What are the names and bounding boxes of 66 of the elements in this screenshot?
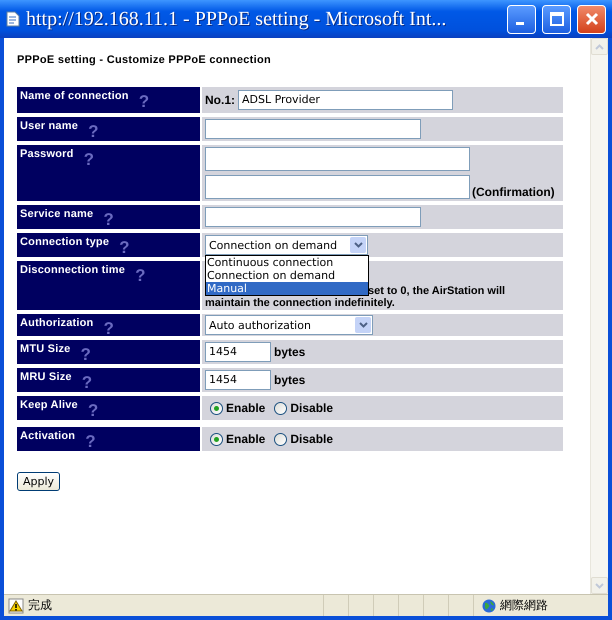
- number-field[interactable]: 1454: [205, 342, 271, 362]
- text-field[interactable]: [205, 119, 421, 139]
- dropdown[interactable]: Auto authorization: [205, 315, 373, 335]
- radio-label: Disable: [290, 401, 334, 415]
- dropdown-option[interactable]: Connection on demand: [206, 269, 368, 282]
- password-field[interactable]: [205, 147, 470, 171]
- field-label: Password: [20, 148, 74, 160]
- minimize-icon: [516, 22, 524, 25]
- help-icon[interactable]: ?: [80, 346, 91, 363]
- maximize-icon: [548, 11, 564, 27]
- radio-label: Disable: [290, 432, 334, 446]
- chevron-up-icon: [595, 44, 604, 50]
- radio-button[interactable]: [274, 402, 288, 414]
- help-icon[interactable]: ?: [138, 93, 150, 110]
- apply-button[interactable]: Apply: [17, 472, 60, 491]
- help-icon[interactable]: ?: [85, 433, 96, 450]
- field-label: MRU Size: [20, 371, 72, 383]
- description-text: set to 0, the AirStation will: [368, 285, 506, 297]
- page-icon: [6, 11, 20, 27]
- unit-label: bytes: [274, 345, 306, 359]
- field-label: Service name: [20, 208, 94, 220]
- dropdown[interactable]: Connection on demand: [205, 235, 368, 255]
- globe-icon: [482, 598, 496, 612]
- field-label: Activation: [20, 430, 76, 442]
- radio-button[interactable]: [210, 432, 223, 446]
- chevron-down-icon: [358, 322, 368, 328]
- radio-label: Enable: [226, 432, 266, 446]
- radio-button[interactable]: [210, 402, 223, 414]
- warning-icon: [8, 598, 24, 614]
- page-heading: PPPoE setting - Customize PPPoE connection: [17, 54, 272, 66]
- field-label: Authorization: [20, 317, 94, 329]
- field-label: MTU Size: [20, 343, 70, 355]
- maximize-button[interactable]: [542, 4, 571, 34]
- window-title: http://192.168.11.1 - PPPoE setting - Microsoft Int...: [26, 8, 448, 30]
- help-icon[interactable]: ?: [82, 374, 92, 391]
- radio-button[interactable]: [274, 432, 288, 446]
- field-label: Keep Alive: [20, 399, 78, 411]
- description-text: maintain the connection indefinitely.: [205, 297, 396, 309]
- chevron-down-icon: [354, 242, 362, 248]
- field-prefix: No.1:: [205, 93, 235, 107]
- status-text: 完成: [28, 597, 52, 614]
- field-label: Connection type: [20, 236, 110, 248]
- dropdown-option[interactable]: Continuous connection: [206, 256, 368, 269]
- text-field[interactable]: [205, 207, 421, 227]
- close-button[interactable]: [577, 4, 606, 34]
- dropdown-option[interactable]: Manual: [206, 282, 368, 295]
- help-icon[interactable]: ?: [103, 320, 114, 337]
- password-confirm-field[interactable]: [205, 175, 470, 199]
- security-zone: 網際網路: [500, 597, 548, 614]
- field-label: Name of connection: [20, 90, 129, 102]
- help-icon[interactable]: ?: [135, 267, 146, 284]
- radio-label: Enable: [226, 401, 266, 415]
- unit-label: bytes: [274, 373, 306, 387]
- help-icon[interactable]: ?: [103, 211, 114, 228]
- field-label: Disconnection time: [20, 264, 126, 276]
- text-field[interactable]: ADSL Provider: [238, 90, 453, 110]
- field-label: User name: [20, 120, 78, 132]
- minimize-button[interactable]: [507, 4, 536, 34]
- help-icon[interactable]: ?: [88, 123, 98, 140]
- number-field[interactable]: 1454: [205, 370, 271, 390]
- help-icon[interactable]: ?: [119, 239, 130, 256]
- confirmation-label: (Confirmation): [472, 185, 555, 199]
- help-icon[interactable]: ?: [84, 151, 94, 168]
- chevron-down-icon: [595, 582, 604, 588]
- help-icon[interactable]: ?: [88, 402, 98, 419]
- close-icon: [584, 11, 600, 27]
